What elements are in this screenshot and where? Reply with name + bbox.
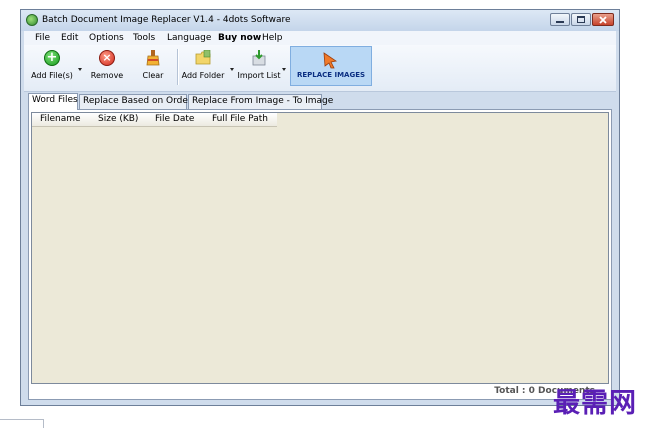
add-files-label: Add File(s)	[31, 71, 73, 80]
maximize-icon	[577, 16, 585, 23]
minimize-button[interactable]	[550, 13, 570, 26]
files-list[interactable]: Filename Size (KB) File Date Full File P…	[31, 112, 609, 384]
menu-file[interactable]: File	[35, 33, 50, 43]
tab-word-files[interactable]: Word Files	[28, 93, 78, 110]
add-folder-button[interactable]: Add Folder	[180, 47, 226, 87]
import-list-button[interactable]: Import List	[235, 47, 283, 87]
title-bar[interactable]: Batch Document Image Replacer V1.4 - 4do…	[21, 10, 619, 31]
tab-replace-from-image-to-image[interactable]: Replace From Image - To Image	[188, 94, 333, 109]
window-controls	[549, 13, 614, 26]
close-button[interactable]	[592, 13, 614, 26]
taskbar-fragment	[0, 419, 44, 428]
column-full-file-path[interactable]: Full File Path	[212, 114, 268, 124]
replace-images-label: REPLACE IMAGES	[296, 71, 366, 79]
app-window: Batch Document Image Replacer V1.4 - 4do…	[20, 9, 620, 406]
app-logo-icon	[26, 14, 38, 26]
menu-help[interactable]: Help	[262, 33, 283, 43]
add-folder-dropdown-icon[interactable]	[230, 68, 234, 71]
menu-language[interactable]: Language	[167, 33, 211, 43]
column-file-date[interactable]: File Date	[155, 114, 194, 124]
remove-icon: ×	[99, 50, 115, 66]
minimize-icon	[556, 20, 564, 23]
remove-button[interactable]: × Remove	[86, 47, 128, 87]
column-size[interactable]: Size (KB)	[98, 114, 138, 124]
column-header-row: Filename Size (KB) File Date Full File P…	[32, 113, 277, 127]
import-list-icon	[252, 50, 266, 66]
tab-replace-based-on-order[interactable]: Replace Based on Order	[79, 94, 192, 109]
clear-label: Clear	[142, 71, 164, 80]
column-filename[interactable]: Filename	[40, 114, 81, 124]
clear-button[interactable]: Clear	[136, 47, 170, 87]
add-icon: +	[44, 50, 60, 66]
window-title: Batch Document Image Replacer V1.4 - 4do…	[42, 15, 291, 25]
import-list-label: Import List	[237, 71, 281, 80]
menu-options[interactable]: Options	[89, 33, 124, 43]
menu-bar: File Edit Options Tools Language Buy now…	[24, 31, 616, 45]
toolbar: + Add File(s) × Remove Clear Add Folder	[24, 45, 616, 92]
toolbar-separator	[177, 49, 179, 85]
broom-icon	[146, 50, 160, 66]
tab-panel: Filename Size (KB) File Date Full File P…	[28, 109, 612, 400]
add-folder-label: Add Folder	[181, 71, 225, 80]
import-list-dropdown-icon[interactable]	[282, 68, 286, 71]
menu-edit[interactable]: Edit	[61, 33, 78, 43]
tab-strip: Word Files Replace Based on Order Replac…	[28, 93, 618, 110]
add-files-button[interactable]: + Add File(s)	[29, 47, 75, 87]
menu-tools[interactable]: Tools	[133, 33, 155, 43]
folder-icon	[195, 50, 211, 65]
replace-images-icon	[323, 52, 338, 69]
remove-label: Remove	[90, 71, 124, 80]
close-icon	[599, 15, 607, 24]
maximize-button[interactable]	[571, 13, 591, 26]
replace-images-button[interactable]: REPLACE IMAGES	[290, 46, 372, 86]
menu-buy-now[interactable]: Buy now	[218, 33, 261, 43]
watermark-text: 最需网	[553, 388, 637, 419]
add-files-dropdown-icon[interactable]	[78, 68, 82, 71]
